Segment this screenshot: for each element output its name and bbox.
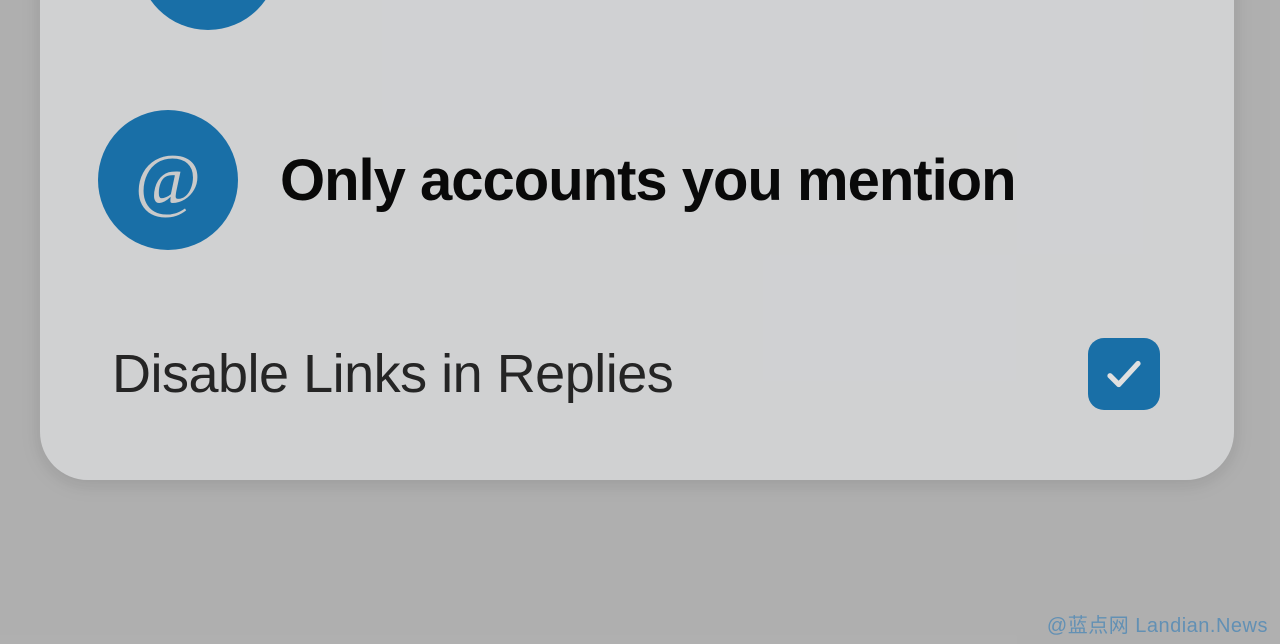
check-icon: [1103, 353, 1145, 395]
option-icon-previous: [138, 0, 278, 30]
watermark-text: @蓝点网 Landian.News: [1047, 609, 1268, 638]
option-row-mention[interactable]: @ Only accounts you mention: [40, 110, 1234, 250]
option-label-mention: Only accounts you mention: [280, 147, 1016, 214]
checkbox-disable-links[interactable]: [1088, 338, 1160, 410]
toggle-row-disable-links: Disable Links in Replies: [40, 338, 1234, 410]
settings-card: @ Only accounts you mention Disable Link…: [40, 0, 1234, 480]
toggle-label-disable-links: Disable Links in Replies: [112, 343, 673, 405]
at-icon: @: [98, 110, 238, 250]
